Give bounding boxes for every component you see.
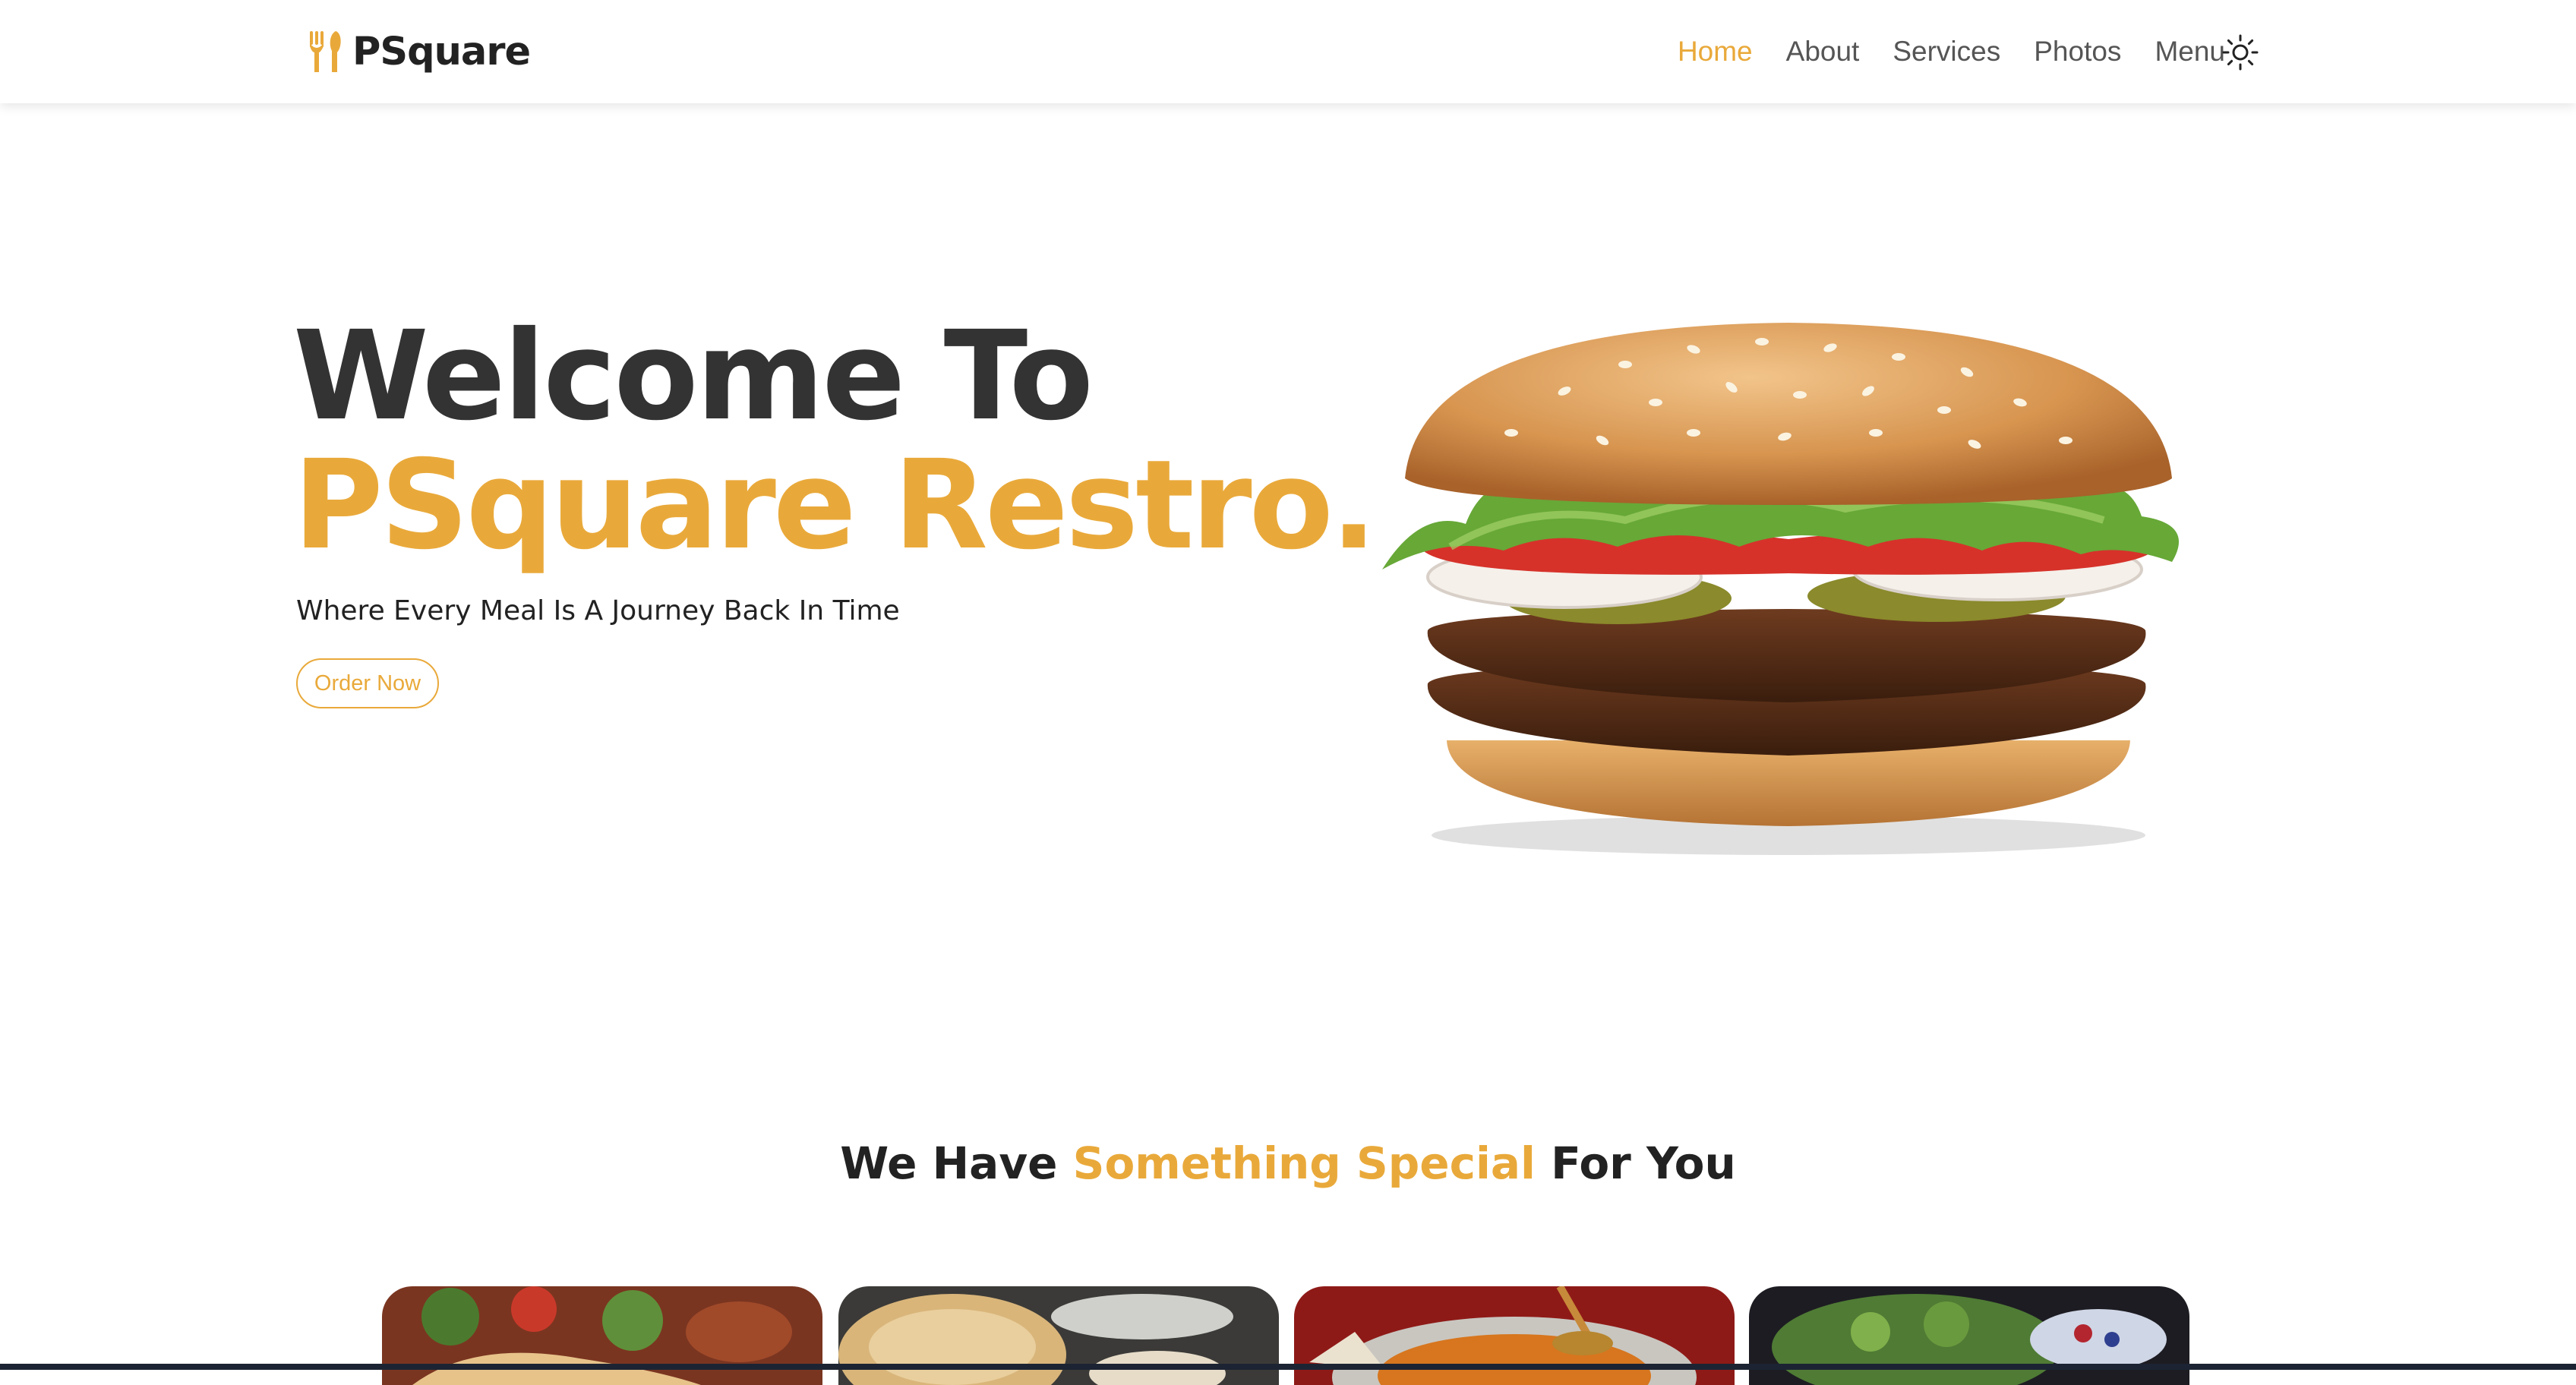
nav-link-services[interactable]: Services [1893, 36, 2000, 68]
hero-title-line2: PSquare Restro. [293, 434, 1377, 577]
salad-image [1749, 1286, 2189, 1385]
navbar: PSquare Home About Services Photos Menu [0, 0, 2576, 103]
sun-icon [2222, 34, 2259, 71]
order-now-button[interactable]: Order Now [296, 658, 439, 708]
special-heading-highlight: Something Special [1072, 1137, 1536, 1189]
wrap-dish-image [382, 1286, 822, 1385]
main-nav: Home About Services Photos Menu [1644, 30, 2225, 73]
burger-image [1382, 323, 2179, 855]
brand-name: PSquare [352, 29, 531, 74]
nav-link-home[interactable]: Home [1678, 36, 1753, 68]
hero-title-line1: Welcome To [293, 305, 1094, 448]
dumplings-image [838, 1286, 1279, 1385]
special-heading-prefix: We Have [840, 1137, 1073, 1189]
brand-logo[interactable]: PSquare [308, 26, 531, 77]
theme-toggle-button[interactable] [2221, 33, 2259, 71]
nav-link-photos[interactable]: Photos [2034, 36, 2121, 68]
special-heading-suffix: For You [1535, 1137, 1736, 1189]
hero-tagline: Where Every Meal Is A Journey Back In Ti… [296, 595, 900, 626]
bottom-edge [0, 1364, 2576, 1370]
nav-link-menu[interactable]: Menu [2155, 36, 2225, 68]
special-heading: We Have Something Special For You [0, 1137, 2576, 1189]
special-card-dumplings[interactable] [838, 1286, 1279, 1385]
fork-spoon-icon [310, 31, 341, 72]
special-card-wrap[interactable] [382, 1286, 822, 1385]
nav-link-about[interactable]: About [1786, 36, 1860, 68]
special-card-salad[interactable] [1749, 1286, 2189, 1385]
special-card-curry[interactable] [1294, 1286, 1735, 1385]
curry-dish-image [1294, 1286, 1735, 1385]
